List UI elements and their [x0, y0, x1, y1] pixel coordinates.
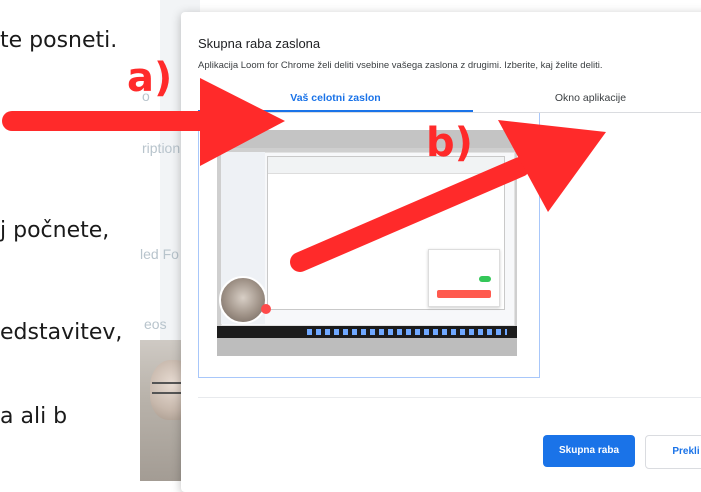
annotation-label-a: a)	[127, 55, 173, 101]
annotation-arrows	[2, 78, 606, 272]
annotation-label-b: b)	[426, 120, 473, 166]
